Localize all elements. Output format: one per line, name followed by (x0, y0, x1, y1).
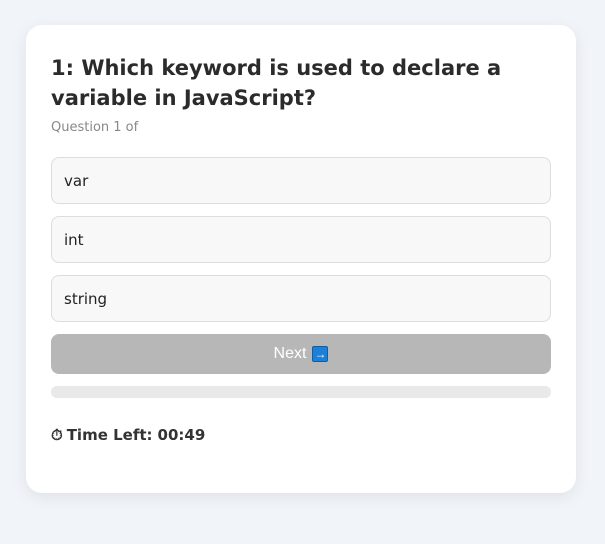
stopwatch-icon: ⏱ (51, 426, 63, 444)
option-label: int (64, 230, 84, 249)
next-button-label: Next (273, 345, 307, 362)
option-string[interactable]: string (51, 275, 551, 322)
timer: ⏱ Time Left: 00:49 (51, 426, 551, 444)
right-arrow-icon: → (312, 346, 329, 362)
option-int[interactable]: int (51, 216, 551, 263)
progress-bar (51, 386, 551, 398)
next-button[interactable]: Next → (51, 334, 551, 374)
quiz-card: 1: Which keyword is used to declare a va… (26, 25, 576, 493)
option-label: string (64, 289, 108, 308)
option-label: var (64, 171, 89, 190)
question-progress: Question 1 of (51, 120, 139, 135)
question-title: 1: Which keyword is used to declare a va… (51, 56, 502, 110)
options-list: var int string (51, 157, 551, 322)
option-var[interactable]: var (51, 157, 551, 204)
timer-label: Time Left: (66, 426, 153, 444)
timer-value: 00:49 (157, 426, 206, 444)
